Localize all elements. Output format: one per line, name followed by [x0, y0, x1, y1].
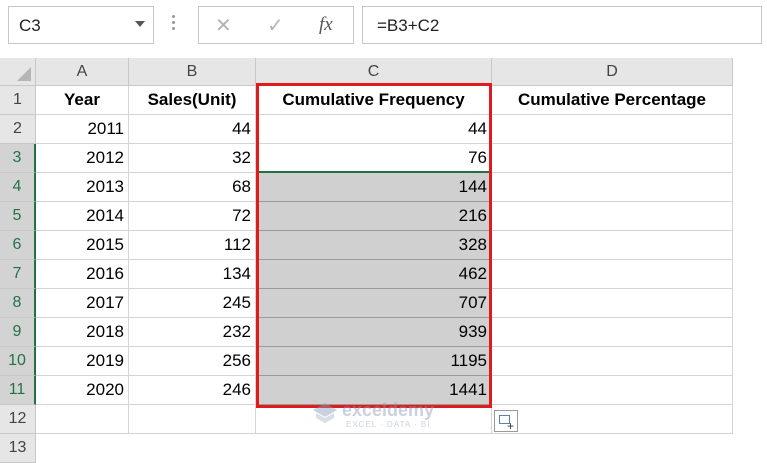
cell-d12[interactable]: [492, 405, 733, 434]
cell-b8[interactable]: 245: [129, 289, 256, 318]
cell-d4[interactable]: [492, 173, 733, 202]
cell-b7[interactable]: 134: [129, 260, 256, 289]
cell-a5[interactable]: 2014: [36, 202, 129, 231]
enter-icon[interactable]: ✓: [267, 13, 284, 38]
cell-d5[interactable]: [492, 202, 733, 231]
row-header[interactable]: 9: [0, 318, 36, 347]
cell-a6[interactable]: 2015: [36, 231, 129, 260]
insert-function-icon[interactable]: fx: [319, 14, 333, 36]
cell-a1[interactable]: Year: [36, 86, 129, 115]
cell-c9[interactable]: 939: [256, 318, 492, 347]
formula-buttons: ✕ ✓ fx: [198, 6, 354, 44]
watermark: exceldemy EXCEL · DATA · BI: [312, 398, 472, 432]
cell-c5[interactable]: 216: [256, 202, 492, 231]
column-header-a[interactable]: A: [36, 58, 129, 86]
row-header[interactable]: 10: [0, 347, 36, 376]
cell-a12[interactable]: [36, 405, 129, 434]
cell-d3[interactable]: [492, 144, 733, 173]
row-header[interactable]: 6: [0, 231, 36, 260]
name-box[interactable]: C3: [8, 6, 154, 44]
row-header[interactable]: 8: [0, 289, 36, 318]
formula-bar: C3 ✕ ✓ fx =B3+C2: [0, 0, 767, 52]
column-header-d[interactable]: D: [492, 58, 733, 86]
row-header[interactable]: 1: [0, 86, 36, 115]
cell-b2[interactable]: 44: [129, 115, 256, 144]
column-header-c[interactable]: C: [256, 58, 492, 86]
cell-b1[interactable]: Sales(Unit): [129, 86, 256, 115]
cell-c4[interactable]: 144: [256, 173, 492, 202]
cell-d11[interactable]: [492, 376, 733, 405]
cell-c7[interactable]: 462: [256, 260, 492, 289]
cancel-icon[interactable]: ✕: [215, 13, 232, 38]
cell-d1[interactable]: Cumulative Percentage: [492, 86, 733, 115]
row-header[interactable]: 7: [0, 260, 36, 289]
cell-b11[interactable]: 246: [129, 376, 256, 405]
cell-a11[interactable]: 2020: [36, 376, 129, 405]
cell-a3[interactable]: 2012: [36, 144, 129, 173]
watermark-tagline: EXCEL · DATA · BI: [346, 420, 431, 429]
cell-d10[interactable]: [492, 347, 733, 376]
row-header[interactable]: 13: [0, 434, 36, 463]
row-header[interactable]: 3: [0, 144, 36, 173]
column-header-b[interactable]: B: [129, 58, 256, 86]
cell-a10[interactable]: 2019: [36, 347, 129, 376]
cell-b9[interactable]: 232: [129, 318, 256, 347]
cell-b6[interactable]: 112: [129, 231, 256, 260]
chevron-down-icon[interactable]: [135, 21, 145, 27]
row-header[interactable]: 4: [0, 173, 36, 202]
select-all-button[interactable]: [0, 58, 36, 86]
cell-c2[interactable]: 44: [256, 115, 492, 144]
exceldemy-logo-icon: [313, 403, 337, 423]
cell-b5[interactable]: 72: [129, 202, 256, 231]
cell-d7[interactable]: [492, 260, 733, 289]
cell-a9[interactable]: 2018: [36, 318, 129, 347]
cell-c10[interactable]: 1195: [256, 347, 492, 376]
watermark-name: exceldemy: [342, 400, 435, 420]
cell-a7[interactable]: 2016: [36, 260, 129, 289]
cell-c3-active[interactable]: 76: [256, 144, 492, 173]
cell-d9[interactable]: [492, 318, 733, 347]
row-header[interactable]: 2: [0, 115, 36, 144]
formula-input[interactable]: =B3+C2: [362, 6, 762, 44]
cell-d2[interactable]: [492, 115, 733, 144]
name-box-value: C3: [19, 16, 41, 35]
cell-b12[interactable]: [129, 405, 256, 434]
cell-d6[interactable]: [492, 231, 733, 260]
cell-b4[interactable]: 68: [129, 173, 256, 202]
cell-b3[interactable]: 32: [129, 144, 256, 173]
cell-b10[interactable]: 256: [129, 347, 256, 376]
cell-d8[interactable]: [492, 289, 733, 318]
row-header[interactable]: 12: [0, 405, 36, 434]
more-vertical-icon: [170, 12, 176, 36]
cell-c8[interactable]: 707: [256, 289, 492, 318]
cell-c1[interactable]: Cumulative Frequency: [256, 86, 492, 115]
cell-a8[interactable]: 2017: [36, 289, 129, 318]
row-header[interactable]: 5: [0, 202, 36, 231]
quick-analysis-icon[interactable]: +: [494, 410, 518, 432]
formula-text: =B3+C2: [377, 16, 440, 35]
cell-c6[interactable]: 328: [256, 231, 492, 260]
row-header[interactable]: 11: [0, 376, 36, 405]
cell-a2[interactable]: 2011: [36, 115, 129, 144]
cell-a4[interactable]: 2013: [36, 173, 129, 202]
